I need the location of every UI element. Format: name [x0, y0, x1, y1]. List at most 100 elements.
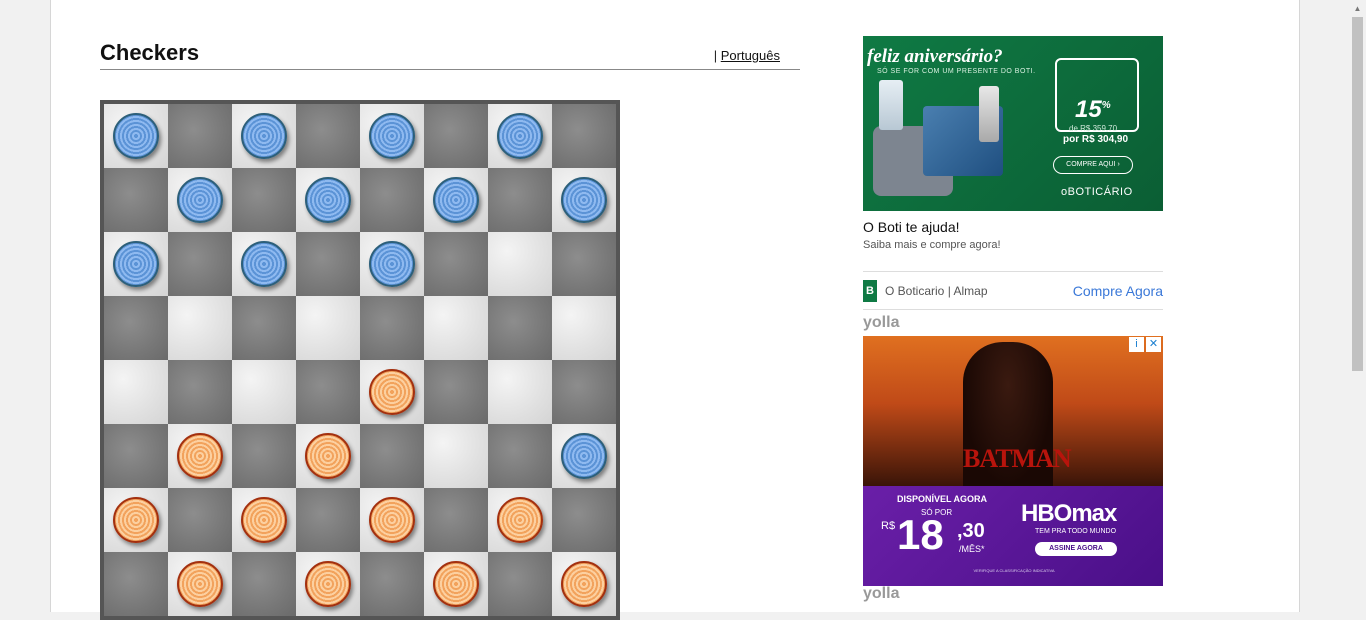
- board-square[interactable]: [232, 104, 296, 168]
- board-square[interactable]: [424, 360, 488, 424]
- close-icon[interactable]: ✕: [1146, 337, 1161, 352]
- board-square[interactable]: [488, 296, 552, 360]
- board-square[interactable]: [552, 168, 616, 232]
- blue-checker-piece[interactable]: [113, 113, 159, 159]
- orange-checker-piece[interactable]: [177, 433, 223, 479]
- board-square[interactable]: [168, 104, 232, 168]
- board-square[interactable]: [296, 488, 360, 552]
- board-square[interactable]: [168, 360, 232, 424]
- board-square[interactable]: [168, 296, 232, 360]
- board-square[interactable]: [552, 360, 616, 424]
- blue-checker-piece[interactable]: [241, 113, 287, 159]
- board-square[interactable]: [232, 552, 296, 616]
- board-square[interactable]: [552, 296, 616, 360]
- orange-checker-piece[interactable]: [241, 497, 287, 543]
- blue-checker-piece[interactable]: [561, 433, 607, 479]
- board-square[interactable]: [104, 360, 168, 424]
- scrollbar-thumb[interactable]: [1352, 17, 1363, 371]
- ad-title[interactable]: O Boti te ajuda!: [863, 219, 1163, 235]
- compre-agora-link[interactable]: Compre Agora: [1073, 283, 1163, 299]
- board-square[interactable]: [232, 488, 296, 552]
- orange-checker-piece[interactable]: [561, 561, 607, 607]
- orange-checker-piece[interactable]: [113, 497, 159, 543]
- board-square[interactable]: [360, 488, 424, 552]
- board-square[interactable]: [360, 168, 424, 232]
- board-square[interactable]: [232, 232, 296, 296]
- board-square[interactable]: [104, 424, 168, 488]
- board-square[interactable]: [552, 104, 616, 168]
- board-square[interactable]: [552, 232, 616, 296]
- page-scrollbar[interactable]: ▲: [1349, 0, 1366, 612]
- orange-checker-piece[interactable]: [497, 497, 543, 543]
- board-square[interactable]: [552, 424, 616, 488]
- board-square[interactable]: [296, 104, 360, 168]
- board-square[interactable]: [168, 232, 232, 296]
- blue-checker-piece[interactable]: [561, 177, 607, 223]
- board-square[interactable]: [424, 488, 488, 552]
- language-link-portugues[interactable]: Português: [721, 48, 780, 63]
- orange-checker-piece[interactable]: [305, 433, 351, 479]
- board-square[interactable]: [360, 552, 424, 616]
- ad-boticario-banner[interactable]: feliz aniversário? SÓ SE FOR COM UM PRES…: [863, 36, 1163, 211]
- board-square[interactable]: [296, 552, 360, 616]
- blue-checker-piece[interactable]: [433, 177, 479, 223]
- orange-checker-piece[interactable]: [433, 561, 479, 607]
- board-square[interactable]: [104, 552, 168, 616]
- board-square[interactable]: [488, 488, 552, 552]
- board-square[interactable]: [360, 104, 424, 168]
- board-square[interactable]: [552, 552, 616, 616]
- board-square[interactable]: [232, 360, 296, 424]
- board-square[interactable]: [296, 424, 360, 488]
- board-square[interactable]: [232, 424, 296, 488]
- board-square[interactable]: [296, 360, 360, 424]
- board-square[interactable]: [296, 232, 360, 296]
- board-square[interactable]: [488, 360, 552, 424]
- ad-cta-button[interactable]: COMPRE AQUI ›: [1053, 156, 1133, 174]
- board-square[interactable]: [104, 168, 168, 232]
- board-square[interactable]: [232, 168, 296, 232]
- board-square[interactable]: [232, 296, 296, 360]
- blue-checker-piece[interactable]: [497, 113, 543, 159]
- board-square[interactable]: [296, 168, 360, 232]
- ad-hbomax[interactable]: BATMAN i ✕ DISPONÍVEL AGORA SÓ POR R$ 18…: [863, 336, 1163, 586]
- blue-checker-piece[interactable]: [369, 241, 415, 287]
- board-square[interactable]: [424, 552, 488, 616]
- subscribe-button[interactable]: ASSINE AGORA: [1035, 542, 1117, 556]
- board-square[interactable]: [168, 552, 232, 616]
- board-square[interactable]: [424, 424, 488, 488]
- ad-hbomax-offer[interactable]: DISPONÍVEL AGORA SÓ POR R$ 18 ,30 /MÊS* …: [863, 486, 1163, 586]
- board-square[interactable]: [168, 488, 232, 552]
- blue-checker-piece[interactable]: [177, 177, 223, 223]
- board-square[interactable]: [488, 168, 552, 232]
- board-square[interactable]: [360, 296, 424, 360]
- board-square[interactable]: [360, 232, 424, 296]
- board-square[interactable]: [104, 296, 168, 360]
- board-square[interactable]: [104, 104, 168, 168]
- board-square[interactable]: [424, 168, 488, 232]
- blue-checker-piece[interactable]: [369, 113, 415, 159]
- orange-checker-piece[interactable]: [305, 561, 351, 607]
- board-square[interactable]: [552, 488, 616, 552]
- ad-boticario[interactable]: feliz aniversário? SÓ SE FOR COM UM PRES…: [863, 36, 1163, 310]
- board-square[interactable]: [488, 104, 552, 168]
- info-icon[interactable]: i: [1129, 337, 1144, 352]
- blue-checker-piece[interactable]: [241, 241, 287, 287]
- orange-checker-piece[interactable]: [177, 561, 223, 607]
- board-square[interactable]: [104, 488, 168, 552]
- blue-checker-piece[interactable]: [305, 177, 351, 223]
- ad-hbomax-poster[interactable]: BATMAN i ✕: [863, 336, 1163, 486]
- board-square[interactable]: [488, 232, 552, 296]
- board-square[interactable]: [424, 296, 488, 360]
- board-square[interactable]: [104, 232, 168, 296]
- board-square[interactable]: [488, 424, 552, 488]
- board-square[interactable]: [360, 424, 424, 488]
- board-square[interactable]: [360, 360, 424, 424]
- board-square[interactable]: [424, 104, 488, 168]
- board-square[interactable]: [424, 232, 488, 296]
- board-square[interactable]: [296, 296, 360, 360]
- blue-checker-piece[interactable]: [113, 241, 159, 287]
- orange-checker-piece[interactable]: [369, 497, 415, 543]
- scroll-up-icon[interactable]: ▲: [1349, 0, 1366, 17]
- board-square[interactable]: [168, 168, 232, 232]
- board-square[interactable]: [488, 552, 552, 616]
